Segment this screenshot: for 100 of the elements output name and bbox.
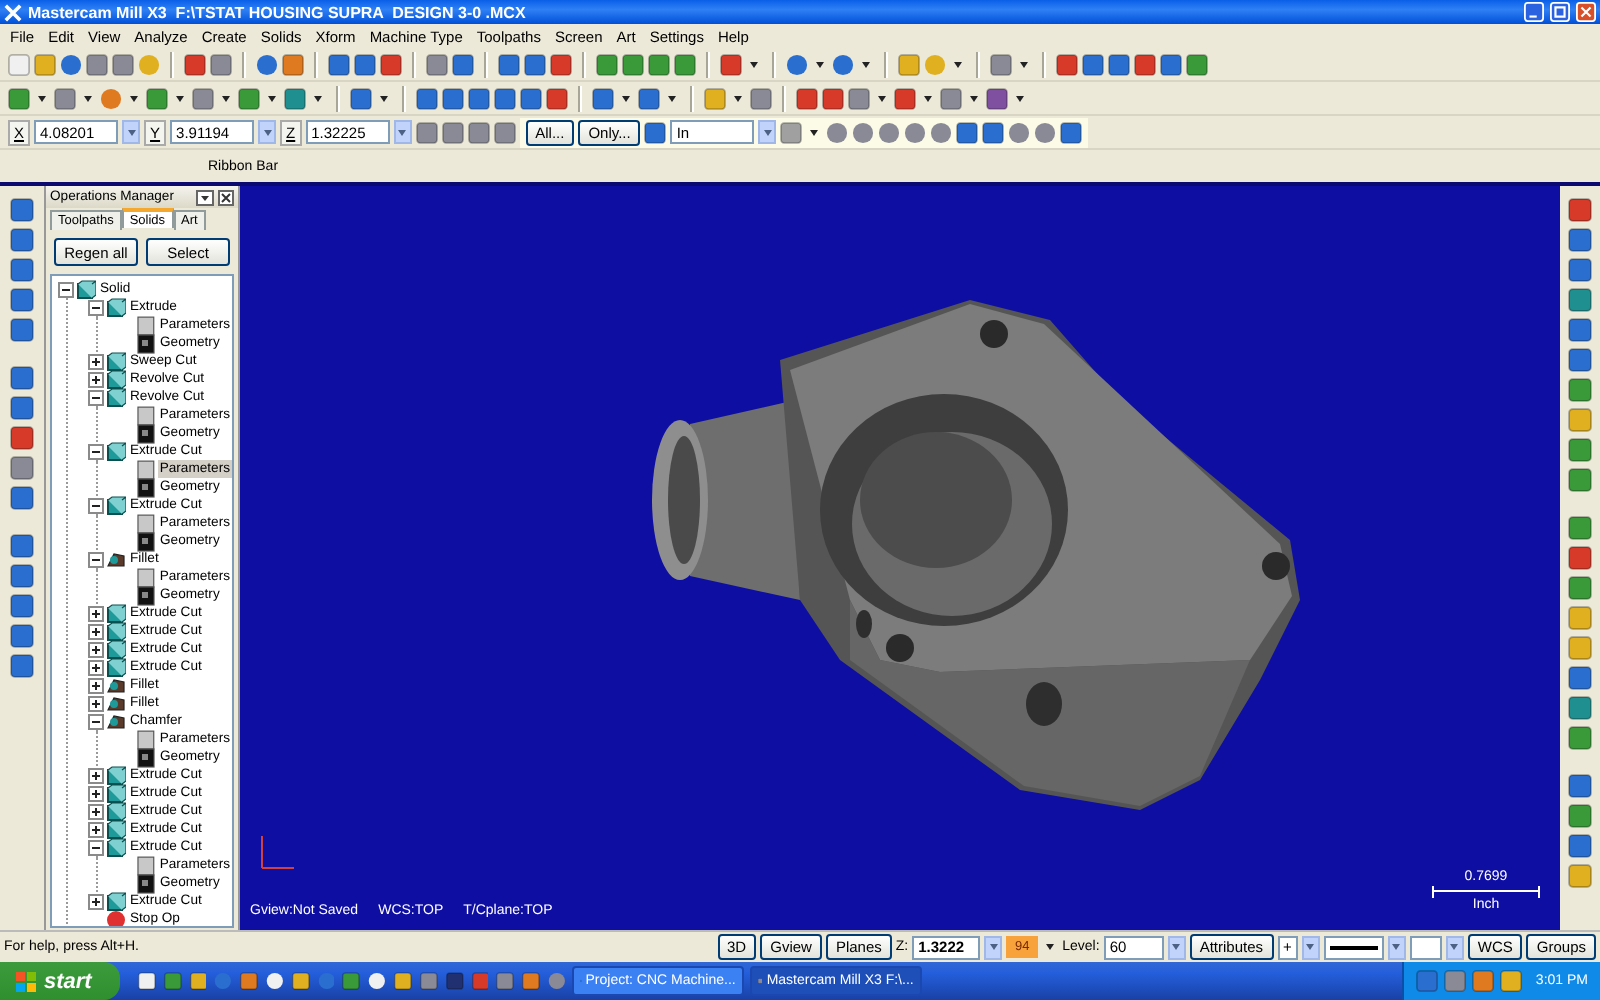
circle-icon[interactable] (265, 970, 284, 992)
caret-icon[interactable] (810, 129, 819, 135)
shape-icon (106, 549, 126, 569)
document-icon (136, 333, 156, 353)
circle-icon[interactable] (60, 53, 82, 75)
caret-icon[interactable] (924, 95, 932, 101)
dropdown-button[interactable] (984, 935, 1003, 959)
dropdown-button[interactable] (1387, 935, 1406, 959)
close-icon[interactable] (218, 189, 234, 205)
flag-icon (16, 971, 36, 991)
circle-icon[interactable] (852, 121, 875, 143)
expander-icon[interactable] (88, 389, 104, 405)
caret-icon[interactable] (38, 95, 46, 101)
expander-icon[interactable] (88, 641, 104, 657)
dropdown-button[interactable] (393, 120, 412, 144)
caret-icon[interactable] (1020, 61, 1028, 67)
caret-icon[interactable] (750, 61, 758, 67)
expander-icon[interactable] (88, 551, 104, 567)
expander-icon[interactable] (88, 443, 104, 459)
caret-icon[interactable] (1016, 95, 1024, 101)
dropdown-icon[interactable] (196, 189, 214, 205)
cube-icon (106, 297, 126, 317)
expander-icon[interactable] (88, 497, 104, 513)
caret-icon[interactable] (222, 95, 230, 101)
document-icon (136, 585, 156, 605)
caret-icon[interactable] (970, 95, 978, 101)
circle-icon[interactable] (832, 53, 854, 75)
line-style-field[interactable] (1323, 935, 1384, 959)
cube-icon (106, 351, 126, 371)
expander-icon[interactable] (88, 371, 104, 387)
document-icon (136, 729, 156, 749)
document-icon (136, 531, 156, 551)
circle-icon[interactable] (256, 53, 278, 75)
caret-icon[interactable] (954, 61, 962, 67)
caret-icon[interactable] (668, 95, 676, 101)
cube-icon (106, 639, 126, 659)
document-icon (136, 423, 156, 443)
cube-icon (106, 837, 126, 857)
circle-icon[interactable] (1034, 121, 1057, 143)
expander-icon[interactable] (88, 767, 104, 783)
expander-icon[interactable] (88, 659, 104, 675)
cube-icon (106, 495, 126, 515)
expander-icon[interactable] (88, 353, 104, 369)
circle-icon[interactable] (368, 970, 387, 992)
expander-icon[interactable] (88, 713, 104, 729)
circle-icon[interactable] (878, 121, 901, 143)
cube-icon (106, 657, 126, 677)
dropdown-button[interactable] (1301, 935, 1320, 959)
dropdown-button[interactable] (1445, 935, 1464, 959)
cube-icon (106, 819, 126, 839)
caret-icon[interactable] (622, 95, 630, 101)
expander-icon[interactable] (88, 803, 104, 819)
cube-icon (106, 603, 126, 623)
expander-icon[interactable] (88, 299, 104, 315)
document-icon (136, 405, 156, 425)
operations-tree[interactable] (50, 274, 234, 928)
caret-icon[interactable] (380, 95, 388, 101)
expander-icon[interactable] (88, 839, 104, 855)
caret-icon[interactable] (84, 95, 92, 101)
caret-icon[interactable] (862, 61, 870, 67)
document-icon (136, 315, 156, 335)
document-icon (136, 477, 156, 497)
shape-icon (106, 693, 126, 713)
expander-icon[interactable] (88, 785, 104, 801)
maximize-button[interactable] (1550, 2, 1570, 22)
document-icon (136, 513, 156, 533)
circle-icon[interactable] (826, 121, 849, 143)
caret-icon[interactable] (314, 95, 322, 101)
caret-icon[interactable] (130, 95, 138, 101)
expander-icon[interactable] (88, 893, 104, 909)
caret-icon[interactable] (878, 95, 886, 101)
line-width-field[interactable] (1409, 935, 1442, 959)
expander-icon[interactable] (88, 623, 104, 639)
dropdown-button[interactable] (258, 120, 277, 144)
dropdown-button[interactable] (1167, 935, 1186, 959)
dropdown-button[interactable] (122, 120, 141, 144)
minimize-button[interactable] (1524, 2, 1544, 22)
close-button[interactable] (1576, 2, 1596, 22)
caret-icon[interactable] (176, 95, 184, 101)
circle-icon[interactable] (930, 121, 953, 143)
expander-icon[interactable] (58, 281, 74, 297)
expander-icon[interactable] (88, 695, 104, 711)
circle-icon[interactable] (1008, 121, 1031, 143)
start-button[interactable]: start (0, 962, 120, 1000)
cube-icon (76, 279, 96, 299)
scale-bar-icon (1432, 886, 1540, 898)
expander-icon[interactable] (88, 677, 104, 693)
circle-icon[interactable] (904, 121, 927, 143)
expander-icon[interactable] (88, 821, 104, 837)
stop-icon (106, 909, 126, 926)
circle-icon[interactable] (786, 53, 808, 75)
caret-icon[interactable] (734, 95, 742, 101)
caret-icon[interactable] (268, 95, 276, 101)
caret-icon[interactable] (816, 61, 824, 67)
caret-icon[interactable] (1046, 944, 1055, 950)
cube-icon (106, 891, 126, 911)
app-logo-icon (4, 3, 22, 21)
dropdown-button[interactable] (758, 120, 777, 144)
cube-icon (106, 441, 126, 461)
expander-icon[interactable] (88, 605, 104, 621)
